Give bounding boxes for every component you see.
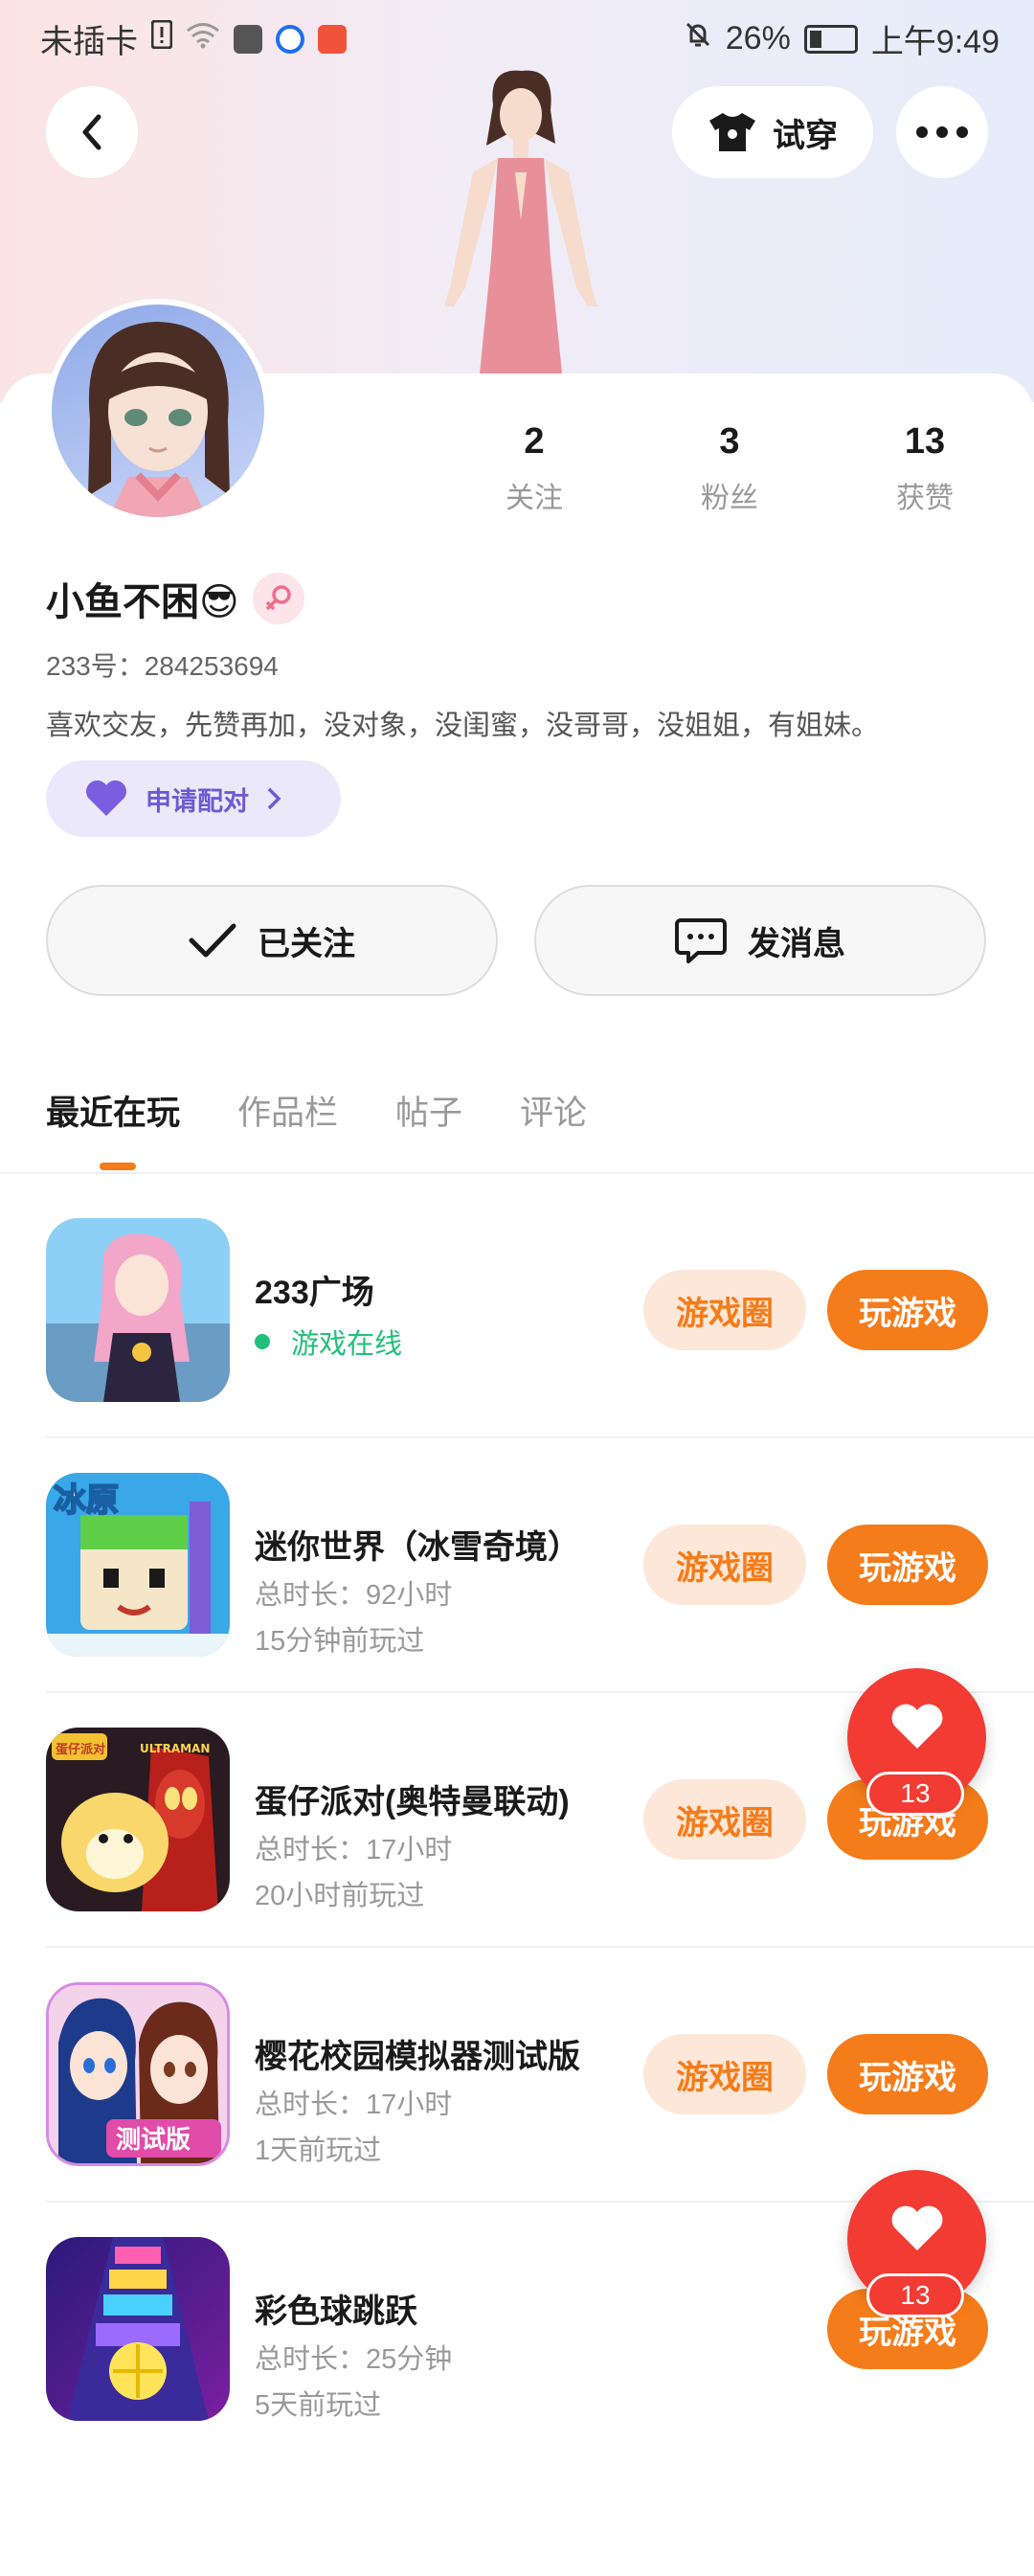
game-icon-sakura-school[interactable]: 测试版 bbox=[46, 1982, 230, 2166]
stat-following[interactable]: 2 关注 bbox=[467, 421, 601, 516]
followed-label: 已关注 bbox=[258, 925, 355, 962]
apply-pair-label: 申请配对 bbox=[146, 786, 249, 816]
game-last-played: 1天前玩过 bbox=[255, 2135, 382, 2166]
game-circle-button[interactable]: 游戏圈 bbox=[643, 1779, 806, 1860]
game-item[interactable]: 测试版 樱花校园模拟器测试版 总时长：17小时 1天前玩过 游戏圈 玩游戏 bbox=[46, 1982, 988, 2170]
game-icon-mini-world[interactable]: 冰原 bbox=[46, 1473, 230, 1657]
sim-alert-icon bbox=[150, 19, 173, 57]
followed-button[interactable]: 已关注 bbox=[46, 885, 498, 996]
clock: 上午9:49 bbox=[870, 24, 1000, 60]
avatar-image bbox=[52, 305, 264, 517]
likes-label: 获赞 bbox=[896, 483, 954, 514]
back-button[interactable] bbox=[46, 86, 138, 178]
eggy-badge-ultraman: ULTRAMAN bbox=[140, 1742, 210, 1755]
like-count: 13 bbox=[866, 2273, 964, 2317]
username: 小鱼不困😎 bbox=[46, 571, 304, 626]
tab-comments[interactable]: 评论 bbox=[520, 1086, 587, 1135]
online-status: 游戏在线 bbox=[255, 1322, 402, 1362]
sakura-badge: 测试版 bbox=[116, 2126, 191, 2155]
game-icon-233-plaza[interactable] bbox=[46, 1218, 230, 1402]
chevron-right-icon bbox=[267, 787, 281, 810]
heart-icon bbox=[891, 1704, 943, 1749]
row-divider bbox=[46, 1946, 1034, 1948]
game-item[interactable]: 冰原 迷你世界（冰雪奇境） 总时长：92小时 15分钟前玩过 游戏圈 玩游戏 bbox=[46, 1473, 988, 1661]
tab-works[interactable]: 作品栏 bbox=[237, 1086, 338, 1135]
status-bar: 未插卡 26% 上午9:49 bbox=[0, 0, 1034, 69]
profile-tabs: 最近在玩 作品栏 帖子 评论 bbox=[46, 1086, 587, 1135]
heart-icon bbox=[891, 2205, 943, 2250]
game-duration: 总时长：92小时 bbox=[255, 1580, 453, 1611]
avatar[interactable] bbox=[46, 299, 270, 523]
game-icon-color-ball-jump[interactable] bbox=[46, 2237, 230, 2421]
mini-world-badge: 冰原 bbox=[54, 1481, 119, 1520]
avatar-3d-figure[interactable] bbox=[402, 67, 632, 402]
user-bio: 喜欢交友，先赞再加，没对象，没闺蜜，没哥哥，没姐姐，有姐妹。 bbox=[46, 711, 880, 741]
tab-active-indicator bbox=[100, 1163, 136, 1170]
try-on-label: 试穿 bbox=[773, 117, 838, 154]
apply-pair-button[interactable]: 申请配对 bbox=[46, 760, 341, 837]
game-duration: 总时长：25分钟 bbox=[255, 2344, 453, 2375]
online-dot-icon bbox=[255, 1334, 270, 1349]
game-title: 蛋仔派对(奥特曼联动) bbox=[255, 1784, 570, 1820]
floating-like-button[interactable]: 13 bbox=[847, 1668, 986, 1816]
wifi-icon bbox=[186, 20, 220, 57]
mute-bell-icon bbox=[684, 20, 712, 57]
play-game-button[interactable]: 玩游戏 bbox=[827, 1270, 988, 1350]
checkmark-icon bbox=[189, 923, 236, 958]
game-app-icon bbox=[318, 24, 347, 54]
huawei-app-icon bbox=[234, 24, 262, 54]
battery-percent: 26% bbox=[725, 20, 791, 56]
row-divider bbox=[46, 1436, 1034, 1438]
following-count: 2 bbox=[524, 421, 545, 462]
user-id: 233号：284253694 bbox=[46, 651, 279, 681]
chevron-left-icon bbox=[82, 114, 101, 150]
game-item[interactable]: 彩色球跳跃 总时长：25分钟 5天前玩过 玩游戏 bbox=[46, 2237, 988, 2425]
stat-likes[interactable]: 13 获赞 bbox=[858, 421, 992, 516]
like-count: 13 bbox=[866, 1772, 964, 1816]
game-last-played: 15分钟前玩过 bbox=[255, 1626, 425, 1657]
female-gender-icon bbox=[252, 573, 304, 624]
send-message-button[interactable]: 发消息 bbox=[534, 885, 986, 996]
username-text: 小鱼不困😎 bbox=[46, 581, 239, 623]
game-last-played: 5天前玩过 bbox=[255, 2390, 382, 2421]
more-button[interactable] bbox=[896, 86, 988, 178]
stat-followers[interactable]: 3 粉丝 bbox=[663, 421, 797, 516]
game-duration: 总时长：17小时 bbox=[255, 1835, 453, 1865]
likes-count: 13 bbox=[904, 421, 946, 462]
more-dots-icon bbox=[916, 126, 968, 138]
following-label: 关注 bbox=[506, 483, 563, 514]
tab-recent-play[interactable]: 最近在玩 bbox=[46, 1086, 180, 1135]
chat-bubble-icon bbox=[675, 918, 727, 963]
app-notification-icon bbox=[276, 24, 304, 54]
game-item[interactable]: 233广场 游戏在线 游戏圈 玩游戏 bbox=[46, 1218, 988, 1406]
game-title: 樱花校园模拟器测试版 bbox=[255, 2039, 580, 2075]
game-title: 迷你世界（冰雪奇境） bbox=[255, 1529, 580, 1566]
eggy-badge: 蛋仔派对 bbox=[56, 1742, 105, 1757]
purple-heart-icon bbox=[85, 780, 127, 816]
game-circle-button[interactable]: 游戏圈 bbox=[643, 1525, 806, 1605]
followers-label: 粉丝 bbox=[701, 483, 758, 514]
tshirt-icon bbox=[709, 113, 755, 151]
game-duration: 总时长：17小时 bbox=[255, 2090, 453, 2120]
floating-like-button[interactable]: 13 bbox=[847, 2170, 986, 2317]
send-message-label: 发消息 bbox=[748, 925, 845, 962]
followers-count: 3 bbox=[719, 421, 740, 462]
try-on-button[interactable]: 试穿 bbox=[672, 86, 873, 178]
online-status-text: 游戏在线 bbox=[291, 1329, 403, 1360]
game-last-played: 20小时前玩过 bbox=[255, 1881, 425, 1911]
battery-icon bbox=[803, 24, 858, 54]
tab-posts[interactable]: 帖子 bbox=[395, 1086, 462, 1135]
game-icon-eggy-party[interactable]: 蛋仔派对 ULTRAMAN bbox=[46, 1728, 230, 1911]
game-circle-button[interactable]: 游戏圈 bbox=[643, 2034, 806, 2114]
tabs-divider bbox=[0, 1172, 1034, 1174]
game-title: 233广场 bbox=[255, 1275, 374, 1311]
play-game-button[interactable]: 玩游戏 bbox=[827, 1525, 988, 1605]
game-title: 彩色球跳跃 bbox=[255, 2294, 417, 2330]
play-game-button[interactable]: 玩游戏 bbox=[827, 2034, 988, 2114]
game-circle-button[interactable]: 游戏圈 bbox=[643, 1270, 806, 1350]
game-item[interactable]: 蛋仔派对 ULTRAMAN 蛋仔派对(奥特曼联动) 总时长：17小时 20小时前… bbox=[46, 1728, 988, 1915]
carrier-text: 未插卡 bbox=[40, 24, 138, 60]
